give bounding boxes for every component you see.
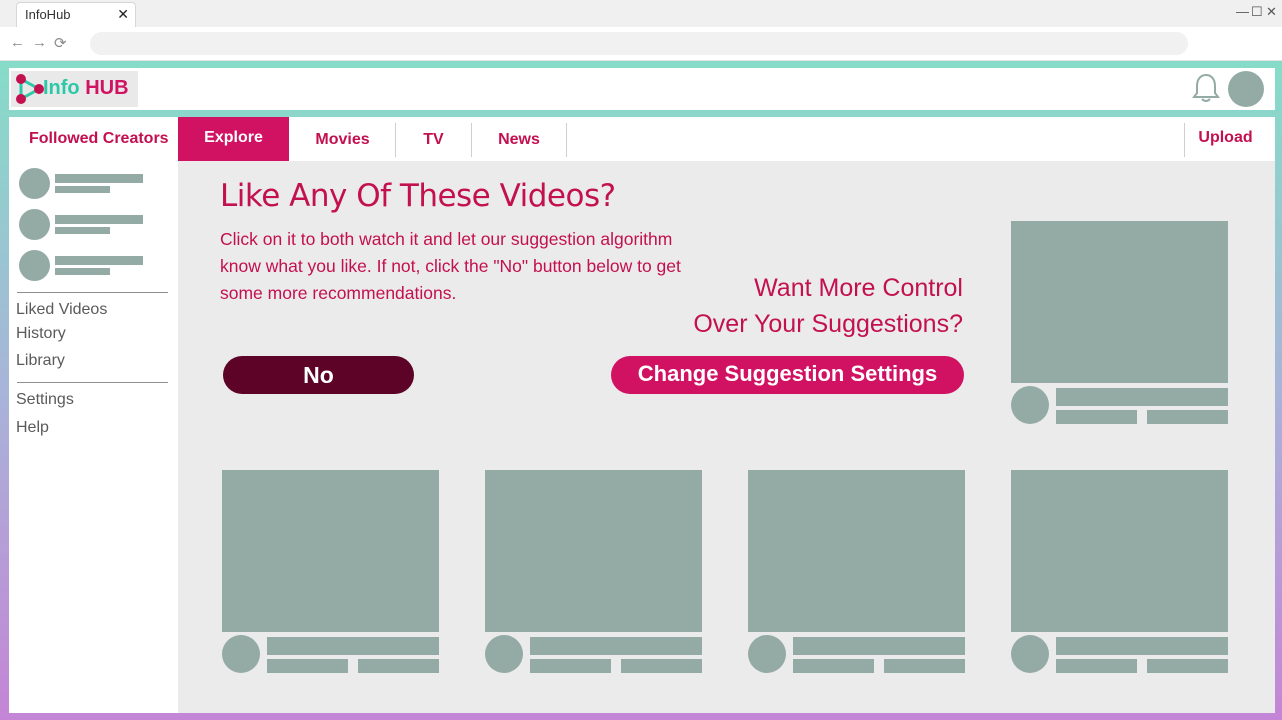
video-meta-placeholder: [884, 659, 965, 673]
suggestion-instructions: Click on it to both watch it and let our…: [220, 229, 681, 303]
channel-avatar[interactable]: [1011, 386, 1049, 424]
video-meta-placeholder: [621, 659, 702, 673]
channel-avatar[interactable]: [485, 635, 523, 673]
video-thumbnail[interactable]: [485, 470, 702, 632]
followed-creator-item[interactable]: [19, 209, 149, 241]
logo-text: Info HUB: [43, 77, 129, 100]
followed-creators-heading[interactable]: Followed Creators: [29, 130, 169, 148]
sidebar-divider: [17, 382, 168, 383]
tab-explore[interactable]: Explore: [178, 117, 289, 161]
sidebar-item-settings[interactable]: Settings: [16, 391, 74, 409]
followed-creator-item[interactable]: [19, 168, 149, 200]
video-card[interactable]: [1011, 470, 1228, 675]
sidebar-divider: [17, 292, 168, 293]
video-meta-placeholder: [1056, 659, 1137, 673]
channel-avatar[interactable]: [222, 635, 260, 673]
change-suggestion-settings-button[interactable]: Change Suggestion Settings: [611, 356, 964, 394]
video-thumbnail[interactable]: [748, 470, 965, 632]
window-close-icon[interactable]: ✕: [1266, 4, 1277, 20]
tab-movies[interactable]: Movies: [289, 117, 396, 161]
channel-avatar[interactable]: [748, 635, 786, 673]
followed-creator-item[interactable]: [19, 250, 149, 282]
video-thumbnail[interactable]: [1011, 221, 1228, 383]
logo-molecule-icon: [16, 74, 44, 104]
video-meta-placeholder: [793, 659, 874, 673]
creator-name-placeholder: [55, 174, 143, 183]
browser-tab-title: InfoHub: [25, 7, 71, 22]
creator-meta-placeholder: [55, 227, 110, 234]
address-bar-row: ← → ⟳: [0, 27, 1282, 61]
maximize-icon[interactable]: ☐: [1251, 4, 1263, 20]
upload-button[interactable]: Upload: [1184, 123, 1266, 157]
tab-tv[interactable]: TV: [396, 117, 471, 161]
logo-hub-text: HUB: [85, 77, 129, 99]
no-button[interactable]: No: [223, 356, 414, 394]
video-meta-placeholder: [1147, 659, 1228, 673]
control-question: Want More Control Over Your Suggestions?: [660, 270, 963, 342]
sidebar-item-liked-videos[interactable]: Liked Videos: [16, 301, 107, 319]
creator-avatar: [19, 250, 50, 281]
channel-avatar[interactable]: [1011, 635, 1049, 673]
forward-arrow-icon[interactable]: →: [32, 34, 47, 51]
video-meta-placeholder: [267, 659, 348, 673]
user-avatar[interactable]: [1228, 71, 1264, 107]
creator-name-placeholder: [55, 256, 143, 265]
tab-close-icon[interactable]: ✕: [117, 6, 129, 23]
video-meta-placeholder: [1056, 410, 1137, 424]
video-meta-placeholder: [358, 659, 439, 673]
video-title-placeholder: [793, 637, 965, 655]
sidebar-item-help[interactable]: Help: [16, 419, 49, 437]
reload-icon[interactable]: ⟳: [54, 34, 67, 52]
minimize-icon[interactable]: —: [1236, 4, 1249, 19]
creator-avatar: [19, 209, 50, 240]
video-card[interactable]: [748, 470, 965, 675]
creator-avatar: [19, 168, 50, 199]
url-input[interactable]: [90, 32, 1188, 55]
app-header: [9, 68, 1275, 110]
logo-info-text: Info: [43, 77, 80, 99]
back-arrow-icon[interactable]: ←: [10, 34, 25, 51]
video-thumbnail[interactable]: [1011, 470, 1228, 632]
video-thumbnail[interactable]: [222, 470, 439, 632]
tab-news[interactable]: News: [472, 117, 566, 161]
video-title-placeholder: [267, 637, 439, 655]
control-question-line2: Over Your Suggestions?: [693, 310, 963, 338]
creator-meta-placeholder: [55, 268, 110, 275]
creator-meta-placeholder: [55, 186, 110, 193]
video-card[interactable]: [222, 470, 439, 675]
video-meta-placeholder: [1147, 410, 1228, 424]
control-question-line1: Want More Control: [754, 274, 963, 302]
video-card[interactable]: [485, 470, 702, 675]
browser-tab[interactable]: InfoHub ✕: [16, 2, 136, 27]
page-title: Like Any Of These Videos?: [220, 178, 616, 214]
sidebar-item-history[interactable]: History: [16, 325, 66, 343]
notification-bell-icon[interactable]: [1191, 72, 1221, 104]
video-meta-placeholder: [530, 659, 611, 673]
nav-divider: [566, 123, 567, 157]
sidebar-item-library[interactable]: Library: [16, 352, 65, 370]
video-title-placeholder: [1056, 637, 1228, 655]
creator-name-placeholder: [55, 215, 143, 224]
browser-tab-bar: InfoHub ✕ — ☐ ✕: [0, 0, 1282, 27]
video-title-placeholder: [530, 637, 702, 655]
logo[interactable]: Info HUB: [11, 71, 138, 107]
video-card[interactable]: [1011, 221, 1228, 426]
video-title-placeholder: [1056, 388, 1228, 406]
